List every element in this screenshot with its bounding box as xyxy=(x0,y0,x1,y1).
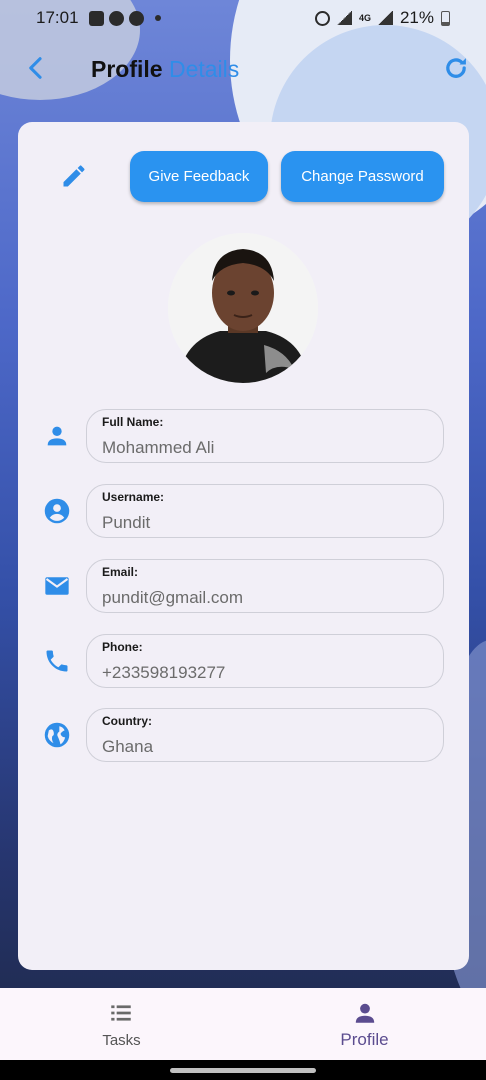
notification-icons xyxy=(88,10,161,26)
username-field[interactable]: Username: Pundit xyxy=(86,484,444,538)
phone-icon xyxy=(46,650,68,672)
nav-profile-label: Profile xyxy=(340,1030,389,1049)
refresh-icon[interactable] xyxy=(442,54,470,82)
change-password-button[interactable]: Change Password xyxy=(281,151,444,202)
give-feedback-button[interactable]: Give Feedback xyxy=(130,151,268,202)
profile-card: Give Feedback Change Password Full Name:… xyxy=(18,122,469,970)
username-value: Pundit xyxy=(102,513,151,532)
profile-row-country: Country: Ghana xyxy=(18,708,469,762)
full-name-value: Mohammed Ali xyxy=(102,438,215,457)
nav-tasks-label: Tasks xyxy=(102,1032,141,1049)
page-title-accent: Details xyxy=(168,56,240,82)
nav-tab-profile[interactable]: Profile xyxy=(243,988,486,1060)
email-icon xyxy=(45,577,69,595)
country-value: Ghana xyxy=(102,737,154,756)
home-gesture-handle[interactable] xyxy=(170,1068,316,1073)
battery-icon xyxy=(441,10,450,26)
signal-icon xyxy=(336,11,352,25)
phone-label: Phone: xyxy=(102,640,143,654)
profile-row-phone: Phone: +233598193277 xyxy=(18,634,469,688)
page-title-main: Profile xyxy=(91,56,163,82)
email-value: pundit@gmail.com xyxy=(102,588,244,607)
full-name-label: Full Name: xyxy=(102,415,164,429)
edit-pencil-icon[interactable] xyxy=(60,162,88,190)
email-field[interactable]: Email: pundit@gmail.com xyxy=(86,559,444,613)
phone-field[interactable]: Phone: +233598193277 xyxy=(86,634,444,688)
whatsapp-icon xyxy=(108,10,124,26)
globe-icon xyxy=(44,722,70,748)
email-label: Email: xyxy=(102,565,139,579)
profile-row-full-name: Full Name: Mohammed Ali xyxy=(18,409,469,463)
country-label: Country: xyxy=(102,714,152,728)
username-label: Username: xyxy=(102,490,165,504)
profile-row-username: Username: Pundit xyxy=(18,484,469,538)
network-type: 4G xyxy=(358,13,371,23)
status-bar: 17:01 4G 21% xyxy=(0,0,486,36)
full-name-field[interactable]: Full Name: Mohammed Ali xyxy=(86,409,444,463)
app-bar: Profile Details xyxy=(0,36,486,104)
back-arrow-icon[interactable] xyxy=(22,54,50,82)
profile-row-email: Email: pundit@gmail.com xyxy=(18,559,469,613)
avatar xyxy=(168,233,318,383)
battery-percent: 21% xyxy=(399,8,434,27)
list-icon xyxy=(111,1005,131,1021)
message-icon xyxy=(128,10,144,26)
alarm-icon xyxy=(314,10,330,26)
country-field[interactable]: Country: Ghana xyxy=(86,708,444,762)
account-circle-icon xyxy=(44,498,70,524)
gallery-icon xyxy=(88,10,104,26)
profile-photo xyxy=(168,233,318,383)
system-navigation-bar xyxy=(0,1060,486,1080)
phone-value: +233598193277 xyxy=(102,663,226,682)
page-title: Profile Details xyxy=(91,56,239,83)
status-time: 17:01 xyxy=(36,8,79,27)
nav-tab-tasks[interactable]: Tasks xyxy=(0,988,243,1060)
person-icon xyxy=(47,426,67,446)
bottom-navigation: Tasks Profile xyxy=(0,988,486,1060)
more-notifications-icon xyxy=(154,15,161,21)
signal-icon-2 xyxy=(377,11,393,25)
person-icon xyxy=(355,1003,375,1023)
